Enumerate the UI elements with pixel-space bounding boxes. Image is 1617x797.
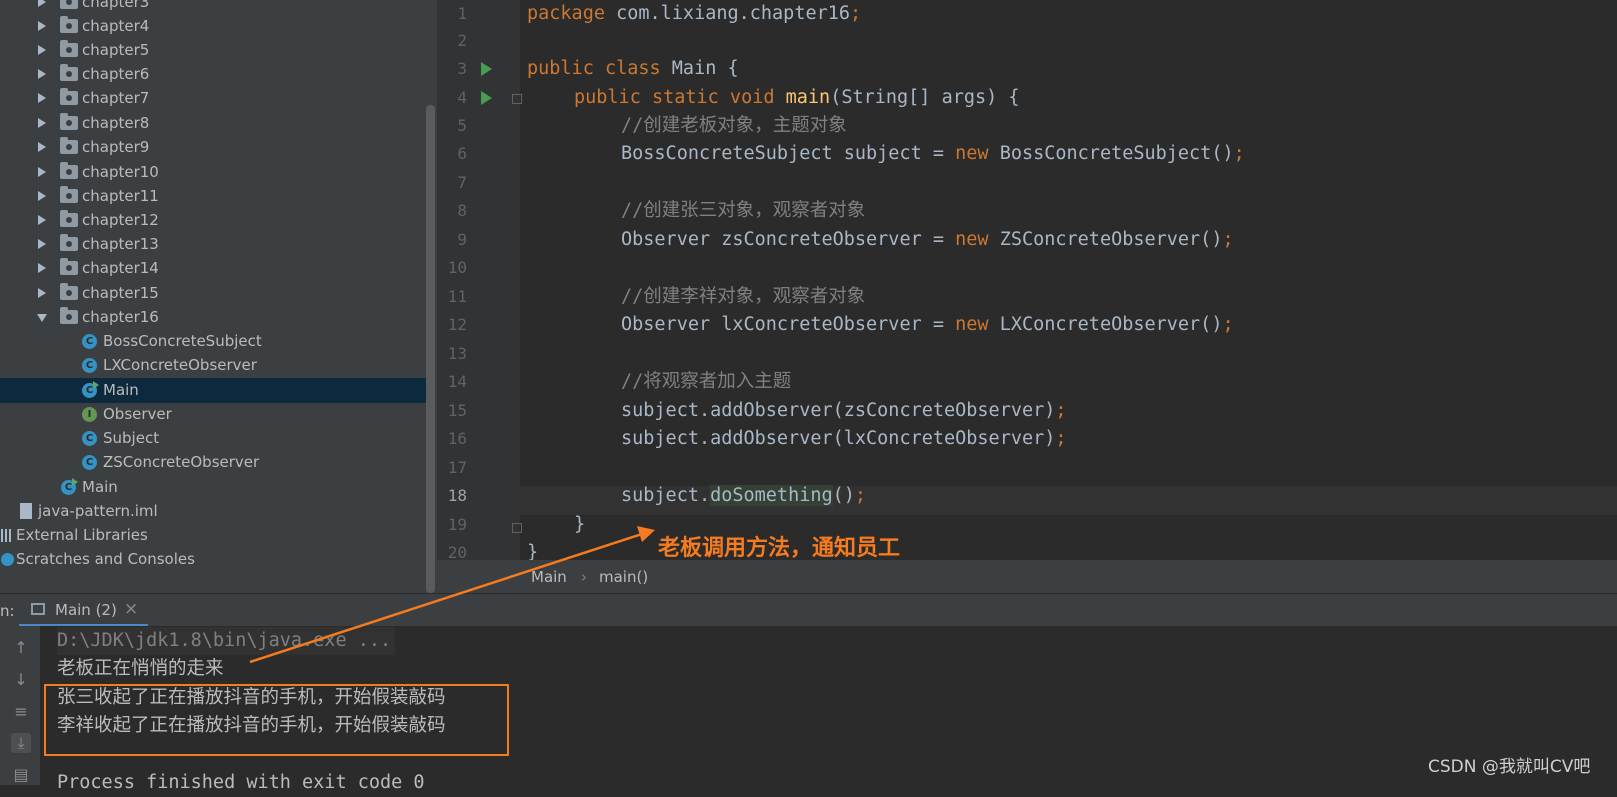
watermark: CSDN @我就叫CV吧 [1428,757,1591,777]
annotation-label: 老板调用方法，通知员工 [658,536,901,561]
annotation-arrow [249,526,655,664]
